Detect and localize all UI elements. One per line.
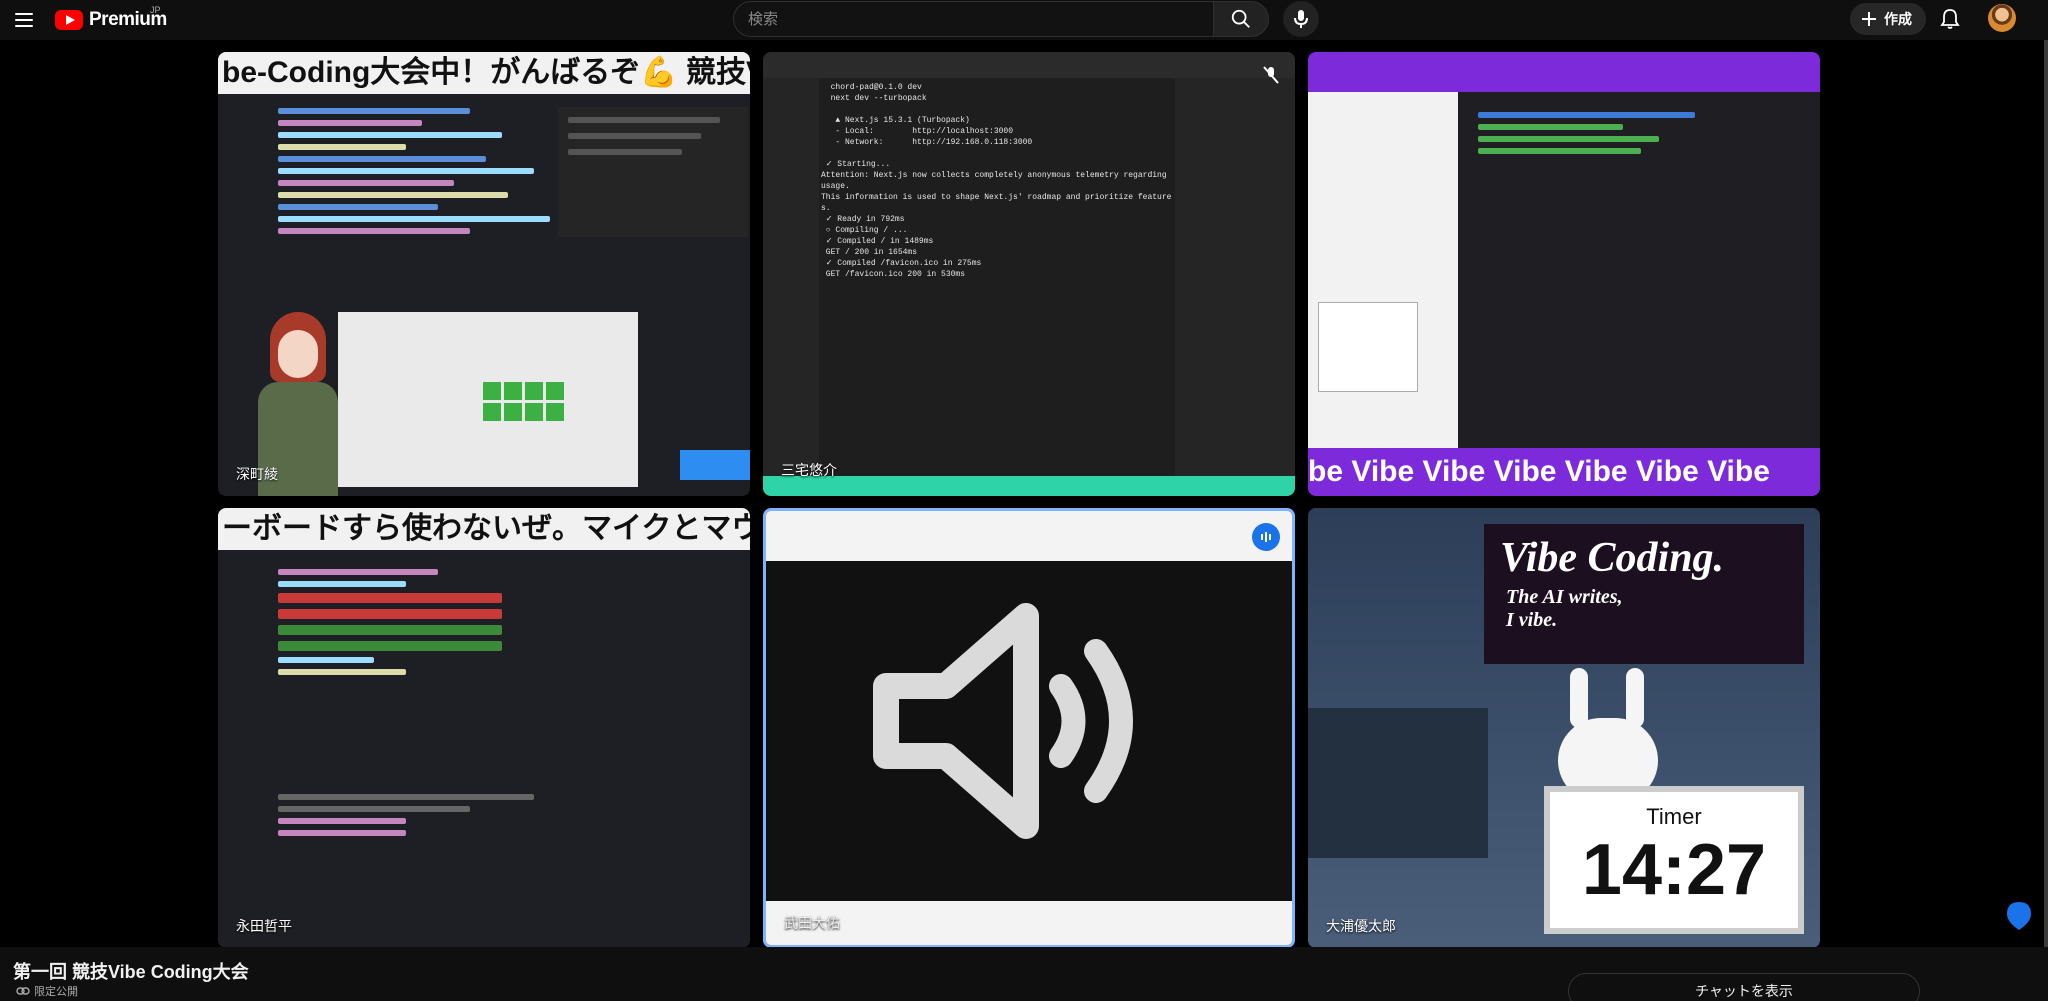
screen-banner-text: be-Coding大会中！がんばるぞ💪 競技Vib — [218, 52, 750, 94]
participant-tile: chord-pad@0.1.0 dev next dev --turbopack… — [763, 52, 1295, 496]
participant-name: 永田哲平 — [236, 918, 292, 934]
participant-tile-active: 武田大佑 — [763, 508, 1295, 948]
participant-tile: Vibe Coding. The AI writes, I vibe. Time… — [1308, 508, 1820, 948]
create-label: 作成 — [1884, 11, 1912, 27]
video-title: 第一回 競技Vibe Coding大会 — [13, 962, 249, 982]
screen-banner-text: ーボードすら使わないぜ。マイクとマウ — [218, 508, 750, 550]
speaker-volume-icon — [873, 603, 1133, 839]
logo-subtitle-2: I vibe. — [1506, 609, 1558, 631]
page-scrollbar[interactable] — [2044, 40, 2048, 947]
search-bar — [733, 1, 1269, 37]
top-bar: Premium JP 作成 — [0, 0, 2048, 40]
participant-name: 三宅悠介 — [781, 462, 837, 478]
participant-name: 深町綾 — [236, 466, 278, 482]
participant-tile: ーボードすら使わないぜ。マイクとマウ 永田哲平 — [218, 508, 750, 948]
create-button[interactable]: 作成 — [1850, 3, 1926, 35]
browser-preview — [1308, 92, 1458, 452]
participant-tile: be Vibe Vibe Vibe Vibe Vibe Vibe — [1308, 52, 1820, 496]
feedback-pin-icon[interactable] — [2005, 900, 2033, 932]
privacy-badge: 限定公開 — [16, 983, 78, 999]
countdown-timer: Timer 14:27 — [1544, 786, 1804, 934]
search-icon — [1231, 9, 1250, 28]
screen-banner-text: be Vibe Vibe Vibe Vibe Vibe Vibe — [1308, 448, 1820, 496]
chat-panel — [558, 107, 748, 237]
menu-icon[interactable] — [12, 8, 36, 32]
code-editor-screen — [278, 102, 598, 332]
show-chat-button[interactable]: チャットを表示 — [1568, 973, 1920, 1001]
bell-icon — [1940, 9, 1960, 29]
participant-tile: be-Coding大会中！がんばるぞ💪 競技Vib 深町綾 — [218, 52, 750, 496]
logo-title: Vibe Coding. — [1500, 535, 1725, 581]
privacy-label: 限定公開 — [34, 986, 78, 998]
notifications-button[interactable] — [1937, 6, 1963, 32]
microphone-icon — [1294, 10, 1308, 28]
avatar[interactable] — [1988, 4, 2016, 32]
search-input[interactable] — [733, 1, 1213, 37]
youtube-play-icon — [55, 10, 83, 30]
link-icon — [16, 987, 30, 995]
logo-subtitle: The AI writes, — [1506, 586, 1623, 608]
code-editor-screen — [278, 563, 598, 733]
participant-name: 大浦優太郎 — [1326, 918, 1396, 934]
voice-search-button[interactable] — [1283, 1, 1319, 37]
terminal-output: chord-pad@0.1.0 dev next dev --turbopack… — [821, 83, 1172, 279]
desk-monitor — [1308, 708, 1488, 858]
timer-value: 14:27 — [1581, 830, 1767, 910]
purple-top-band — [1308, 52, 1820, 92]
ui-fragment — [680, 450, 750, 480]
audio-bars-icon — [1261, 532, 1271, 542]
status-bar — [763, 476, 1295, 496]
participant-name: 武田大佑 — [784, 915, 840, 931]
terminal-output — [278, 788, 598, 888]
app-preview — [338, 312, 638, 487]
video-info: 第一回 競技Vibe Coding大会 限定公開 チャットを表示 — [0, 947, 2048, 1001]
code-editor-screen — [1458, 92, 1820, 452]
plus-icon — [1862, 12, 1876, 26]
timer-label: Timer — [1646, 804, 1702, 829]
logo-region: JP — [150, 5, 161, 15]
speaking-indicator — [1252, 523, 1280, 551]
mic-muted-icon — [1263, 66, 1279, 89]
video-player[interactable]: be-Coding大会中！がんばるぞ💪 競技Vib 深町綾 chord-pad@… — [0, 40, 2048, 948]
vibe-coding-logo: Vibe Coding. The AI writes, I vibe. — [1484, 524, 1804, 664]
search-button[interactable] — [1213, 1, 1269, 37]
